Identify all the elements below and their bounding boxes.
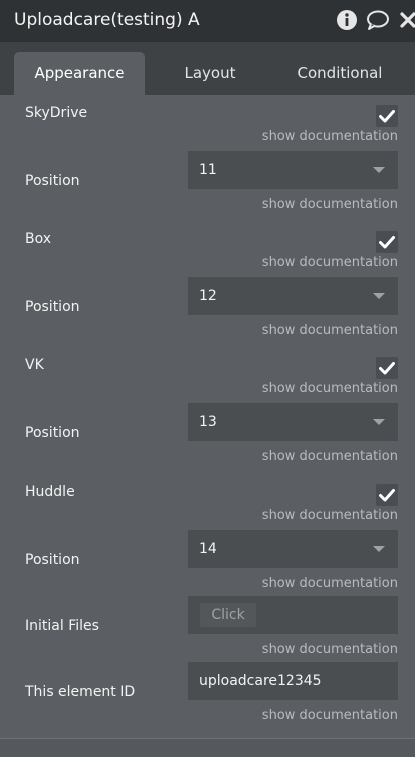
element-id-show-documentation[interactable]: show documentation <box>262 708 398 723</box>
element-id-input[interactable] <box>188 662 398 700</box>
panel-title: Uploadcare(testing) A <box>14 10 200 30</box>
title-bar: Uploadcare(testing) A <box>0 0 415 42</box>
box-position-label: Position <box>25 299 80 315</box>
huddle-show-documentation[interactable]: show documentation <box>262 508 398 523</box>
box-position-show-documentation[interactable]: show documentation <box>262 323 398 338</box>
checkmark-icon <box>379 362 395 375</box>
vk-position-value: 13 <box>199 414 217 430</box>
tab-conditional[interactable]: Conditional <box>276 52 404 95</box>
skydrive-position-show-documentation[interactable]: show documentation <box>262 197 398 212</box>
skydrive-position-value: 11 <box>199 162 217 178</box>
comment-icon[interactable] <box>366 9 389 31</box>
element-id-label: This element ID <box>25 684 136 700</box>
info-icon[interactable] <box>336 9 358 31</box>
box-show-documentation[interactable]: show documentation <box>262 255 398 270</box>
skydrive-position-dropdown[interactable]: 11 <box>188 151 398 189</box>
vk-position-row: Position 13 show documentation <box>0 403 415 481</box>
checkmark-icon <box>379 489 395 502</box>
skydrive-position-row: Position 11 show documentation <box>0 151 415 229</box>
chevron-down-icon <box>373 167 385 173</box>
checkmark-icon <box>379 236 395 249</box>
vk-position-label: Position <box>25 425 80 441</box>
initial-files-click-button[interactable]: Click <box>200 603 256 627</box>
box-position-value: 12 <box>199 288 217 304</box>
initial-files-label: Initial Files <box>25 618 99 634</box>
huddle-position-value: 14 <box>199 541 217 557</box>
chevron-down-icon <box>373 419 385 425</box>
skydrive-position-label: Position <box>25 173 80 189</box>
tab-appearance[interactable]: Appearance <box>14 52 145 95</box>
skydrive-label: SkyDrive <box>25 105 88 121</box>
box-label: Box <box>25 231 52 247</box>
skydrive-show-documentation[interactable]: show documentation <box>262 129 398 144</box>
huddle-position-label: Position <box>25 552 80 568</box>
huddle-checkbox[interactable] <box>376 484 398 506</box>
initial-files-show-documentation[interactable]: show documentation <box>262 642 398 657</box>
vk-show-documentation[interactable]: show documentation <box>262 381 398 396</box>
vk-position-show-documentation[interactable]: show documentation <box>262 449 398 464</box>
box-position-row: Position 12 show documentation <box>0 277 415 355</box>
next-section <box>0 739 415 757</box>
tab-bar: Appearance Layout Conditional <box>0 42 415 95</box>
huddle-position-show-documentation[interactable]: show documentation <box>262 576 398 591</box>
huddle-position-dropdown[interactable]: 14 <box>188 530 398 568</box>
chevron-down-icon <box>373 546 385 552</box>
vk-checkbox[interactable] <box>376 357 398 379</box>
skydrive-checkbox[interactable] <box>376 105 398 127</box>
tab-layout[interactable]: Layout <box>160 52 260 95</box>
element-id-row: This element ID show documentation <box>0 662 415 740</box>
box-position-dropdown[interactable]: 12 <box>188 277 398 315</box>
vk-position-dropdown[interactable]: 13 <box>188 403 398 441</box>
chevron-down-icon <box>373 293 385 299</box>
box-checkbox[interactable] <box>376 231 398 253</box>
vk-label: VK <box>25 357 44 373</box>
checkmark-icon <box>379 110 395 123</box>
close-icon[interactable] <box>398 9 415 31</box>
huddle-label: Huddle <box>25 484 75 500</box>
